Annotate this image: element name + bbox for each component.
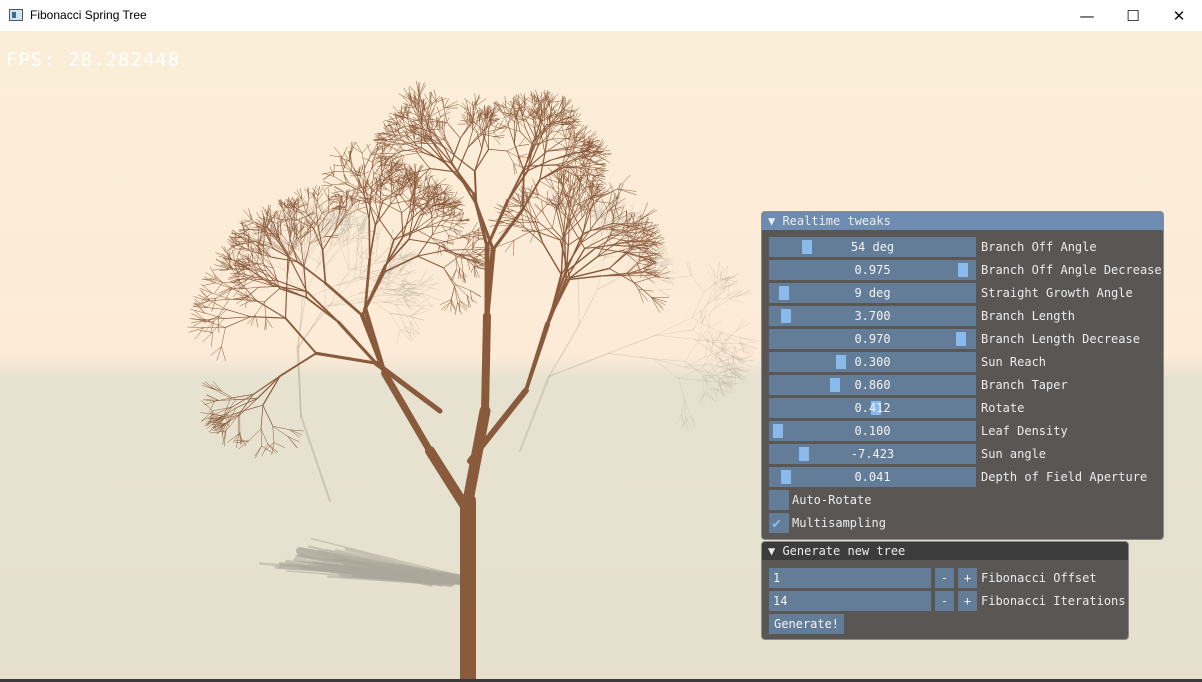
checkbox-label: Multisampling	[792, 516, 886, 530]
checkbox-label: Auto-Rotate	[792, 493, 872, 507]
maximize-button[interactable]: ☐	[1110, 0, 1156, 31]
slider-track[interactable]: 54 deg	[769, 237, 976, 257]
slider-label: Branch Length	[981, 309, 1075, 323]
app-window-icon	[9, 9, 23, 21]
realtime-tweaks-panel: ▼ Realtime tweaks 54 deg Branch Off Angle…	[761, 211, 1164, 540]
minimize-icon: —	[1079, 6, 1095, 25]
slider-track[interactable]: 0.860	[769, 375, 976, 395]
slider-track[interactable]: 0.975	[769, 260, 976, 280]
window-titlebar: Fibonacci Spring Tree — ☐ ✕	[0, 0, 1202, 31]
fps-counter: FPS: 28.282448	[6, 49, 181, 71]
number-input[interactable]: 1	[769, 568, 931, 588]
slider-label: Leaf Density	[981, 424, 1068, 438]
decrement-button[interactable]: -	[935, 568, 954, 588]
input-label: Fibonacci Offset	[981, 571, 1097, 585]
checkmark-icon: ✔	[772, 514, 782, 532]
slider-value: 3.700	[854, 309, 891, 323]
increment-button[interactable]: +	[958, 591, 977, 611]
decrement-button[interactable]: -	[935, 591, 954, 611]
slider-track[interactable]: 0.300	[769, 352, 976, 372]
slider-value: 0.412	[854, 401, 891, 415]
slider-value: 0.970	[854, 332, 891, 346]
slider-value: 0.975	[854, 263, 891, 277]
slider-label: Straight Growth Angle	[981, 286, 1133, 300]
minimize-button[interactable]: —	[1064, 0, 1110, 31]
slider-value: 9 deg	[854, 286, 891, 300]
slider-label: Rotate	[981, 401, 1025, 415]
slider-label: Sun Reach	[981, 355, 1047, 369]
slider-track[interactable]: 0.412	[769, 398, 976, 418]
slider-label: Sun angle	[981, 447, 1047, 461]
checkbox[interactable]	[769, 490, 789, 510]
slider-label: Branch Length Decrease	[981, 332, 1140, 346]
slider-value: -7.423	[850, 447, 895, 461]
slider-track[interactable]: 0.100	[769, 421, 976, 441]
slider-label: Branch Off Angle Decrease	[981, 263, 1162, 277]
number-input[interactable]: 14	[769, 591, 931, 611]
maximize-icon: ☐	[1126, 6, 1140, 25]
increment-button[interactable]: +	[958, 568, 977, 588]
input-label: Fibonacci Iterations	[981, 594, 1126, 608]
slider-track[interactable]: 9 deg	[769, 283, 976, 303]
tree	[187, 80, 670, 679]
close-button[interactable]: ✕	[1156, 0, 1202, 31]
slider-value: 54 deg	[850, 240, 895, 254]
slider-track[interactable]: 3.700	[769, 306, 976, 326]
realtime-tweaks-header[interactable]: ▼ Realtime tweaks	[762, 212, 1163, 230]
slider-label: Branch Taper	[981, 378, 1068, 392]
slider-value: 0.041	[854, 470, 891, 484]
slider-value: 0.300	[854, 355, 891, 369]
generate-tree-header[interactable]: ▼ Generate new tree	[762, 542, 1128, 560]
close-icon: ✕	[1172, 6, 1186, 25]
slider-track[interactable]: -7.423	[769, 444, 976, 464]
slider-value: 0.100	[854, 424, 891, 438]
generate-button[interactable]: Generate!	[769, 614, 845, 634]
checkbox[interactable]: ✔	[769, 513, 789, 533]
slider-track[interactable]: 0.041	[769, 467, 976, 487]
slider-label: Branch Off Angle	[981, 240, 1097, 254]
slider-value: 0.860	[854, 378, 891, 392]
slider-track[interactable]: 0.970	[769, 329, 976, 349]
window-title: Fibonacci Spring Tree	[30, 8, 147, 22]
tree-shadow	[259, 538, 471, 588]
generate-tree-panel: ▼ Generate new tree 1- + Fibonacci Offset 1…	[761, 541, 1129, 640]
slider-label: Depth of Field Aperture	[981, 470, 1148, 484]
